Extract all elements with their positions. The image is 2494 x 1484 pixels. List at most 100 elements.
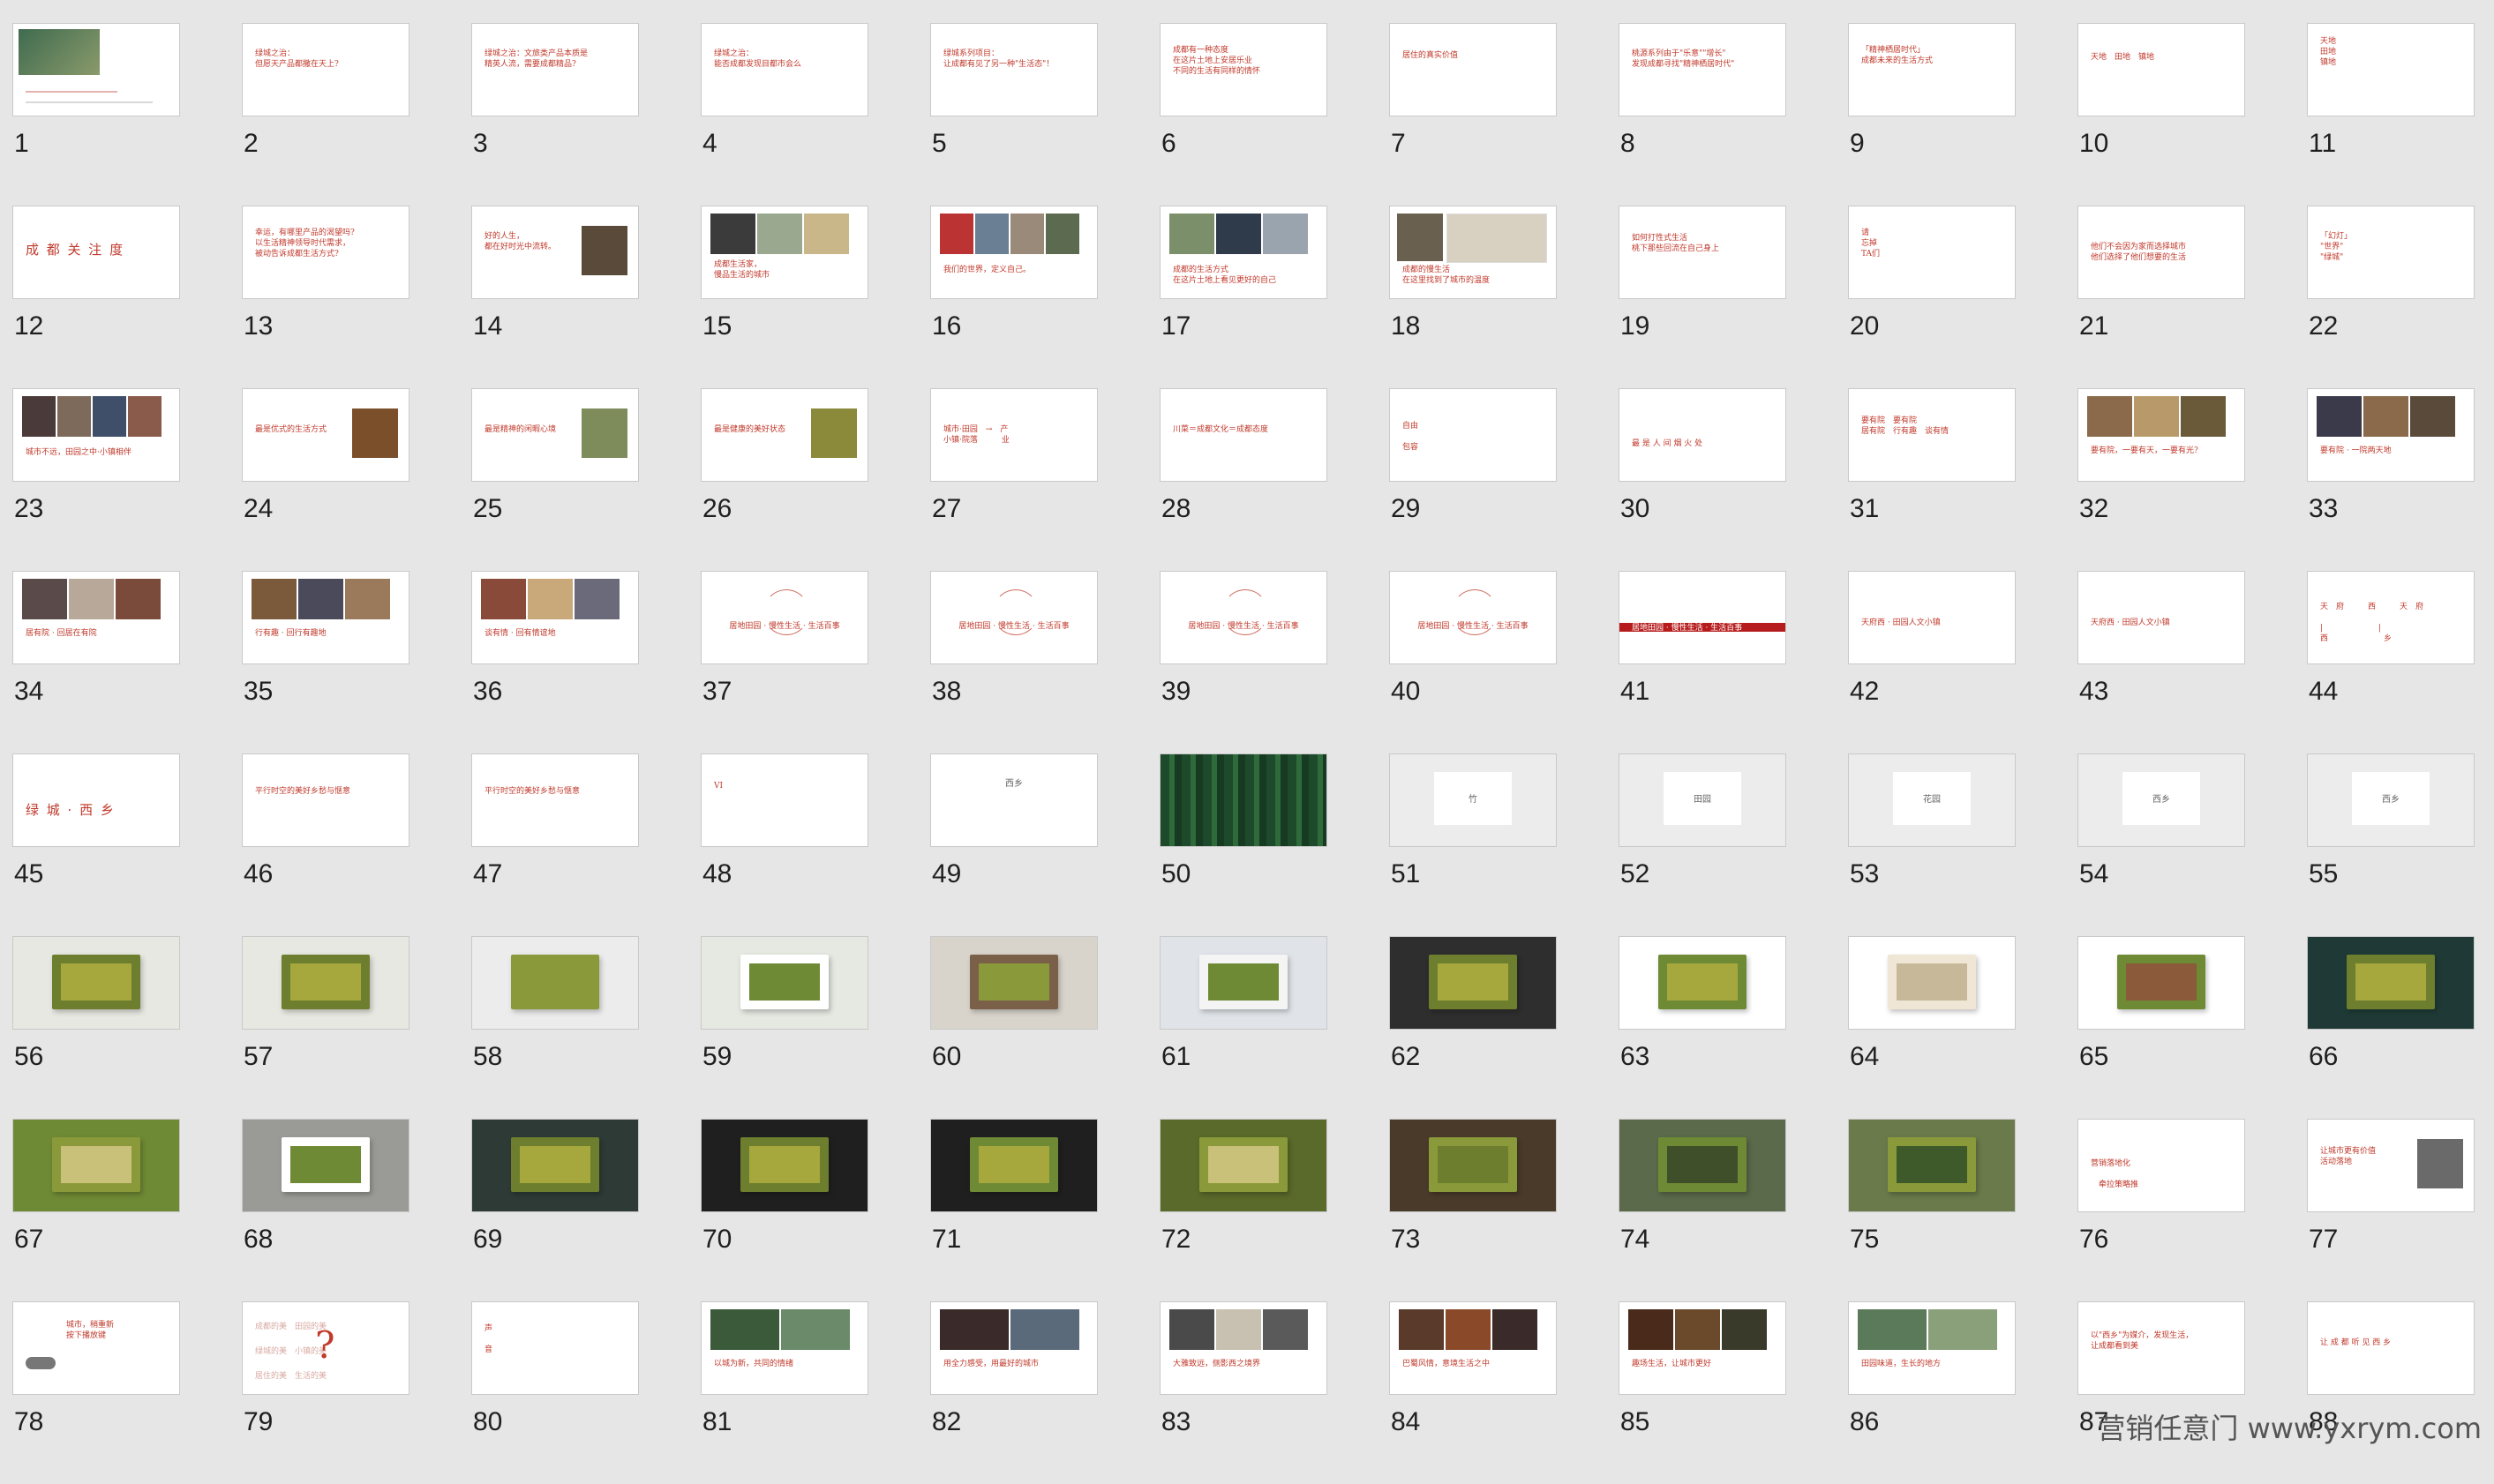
slide-preview[interactable] <box>1389 1119 1557 1212</box>
slide-preview[interactable]: 成都的生活方式 在这片土地上看见更好的自己 <box>1160 206 1327 299</box>
slide-thumbnail-51[interactable]: 竹 51 <box>1389 753 1557 936</box>
slide-preview[interactable] <box>701 936 868 1030</box>
slide-preview[interactable]: 川菜＝成都文化＝成都态度 <box>1160 388 1327 482</box>
slide-thumbnail-69[interactable]: 69 <box>471 1119 639 1301</box>
slide-thumbnail-20[interactable]: 请 忘掉 TA们 20 <box>1848 206 2016 388</box>
slide-preview[interactable]: 最是健康的美好状态 <box>701 388 868 482</box>
slide-thumbnail-58[interactable]: 58 <box>471 936 639 1119</box>
slide-thumbnail-65[interactable]: 65 <box>2077 936 2245 1119</box>
slide-thumbnail-17[interactable]: 成都的生活方式 在这片土地上看见更好的自己 17 <box>1160 206 1327 388</box>
slide-thumbnail-27[interactable]: 城市·田园 → 产 小镇·院落 业 27 <box>930 388 1098 571</box>
slide-thumbnail-9[interactable]: 「精神栖居时代」 成都未来的生活方式 9 <box>1848 23 2016 206</box>
slide-preview[interactable] <box>471 936 639 1030</box>
slide-thumbnail-70[interactable]: 70 <box>701 1119 868 1301</box>
slide-thumbnail-68[interactable]: 68 <box>242 1119 409 1301</box>
slide-preview[interactable]: 以城为新，共同的情绪 <box>701 1301 868 1395</box>
slide-preview[interactable]: 花园 <box>1848 753 2016 847</box>
slide-thumbnail-50[interactable]: 50 <box>1160 753 1327 936</box>
slide-thumbnail-54[interactable]: 西乡 54 <box>2077 753 2245 936</box>
slide-thumbnail-14[interactable]: 好的人生， 都在好时光中流转。 14 <box>471 206 639 388</box>
slide-thumbnail-11[interactable]: 天地 田地 镇地 11 <box>2307 23 2475 206</box>
slide-thumbnail-5[interactable]: 绿城系列项目： 让成都有见了另一种"生活态"！ 5 <box>930 23 1098 206</box>
slide-preview[interactable]: 成都的慢生活 在这里找到了城市的温度 <box>1389 206 1557 299</box>
slide-preview[interactable] <box>1160 753 1327 847</box>
slide-preview[interactable]: 居地田园 · 慢性生活 · 生活百事 <box>930 571 1098 664</box>
slide-preview[interactable]: 声 音 <box>471 1301 639 1395</box>
slide-thumbnail-15[interactable]: 成都生活家， 慢品生活的城市 15 <box>701 206 868 388</box>
slide-preview[interactable]: 绿 城 · 西 乡 <box>12 753 180 847</box>
slide-thumbnail-42[interactable]: 天府西 · 田园人文小镇 42 <box>1848 571 2016 753</box>
slide-preview[interactable]: 大雅致远，侧影西之境界 <box>1160 1301 1327 1395</box>
slide-thumbnail-32[interactable]: 要有院，一要有天，一要有光? 32 <box>2077 388 2245 571</box>
slide-preview[interactable]: 平行时空的美好乡愁与惬意 <box>471 753 639 847</box>
slide-thumbnail-63[interactable]: 63 <box>1619 936 1786 1119</box>
slide-thumbnail-37[interactable]: 居地田园 · 慢性生活 · 生活百事 37 <box>701 571 868 753</box>
slide-preview[interactable]: 成都生活家， 慢品生活的城市 <box>701 206 868 299</box>
slide-preview[interactable]: 成 都 关 注 度 <box>12 206 180 299</box>
slide-preview[interactable]: 居有院 · 回居在有院 <box>12 571 180 664</box>
slide-thumbnail-87[interactable]: 以"西乡"为媒介，发现生活， 让成都看到美 87 <box>2077 1301 2245 1484</box>
slide-thumbnail-26[interactable]: 最是健康的美好状态 26 <box>701 388 868 571</box>
slide-thumbnail-34[interactable]: 居有院 · 回居在有院 34 <box>12 571 180 753</box>
slide-thumbnail-13[interactable]: 幸运，有哪里产品的渴望吗? 以生活精神领导时代需求， 被动告诉成都生活方式? 13 <box>242 206 409 388</box>
slide-thumbnail-12[interactable]: 成 都 关 注 度 12 <box>12 206 180 388</box>
slide-thumbnail-53[interactable]: 花园 53 <box>1848 753 2016 936</box>
slide-thumbnail-21[interactable]: 他们不会因为家而选择城市 他们选择了他们想要的生活 21 <box>2077 206 2245 388</box>
slide-preview[interactable]: 成都有一种态度 在这片土地上安居乐业 不同的生活有同样的情怀 <box>1160 23 1327 116</box>
slide-preview[interactable] <box>242 936 409 1030</box>
slide-thumbnail-2[interactable]: 绿城之治： 但愿天产品都撒在天上? 2 <box>242 23 409 206</box>
slide-preview[interactable] <box>242 1119 409 1212</box>
slide-thumbnail-24[interactable]: 最是优式的生活方式 24 <box>242 388 409 571</box>
slide-preview[interactable]: 天府西 · 田园人文小镇 <box>2077 571 2245 664</box>
slide-thumbnail-64[interactable]: 64 <box>1848 936 2016 1119</box>
slide-thumbnail-38[interactable]: 居地田园 · 慢性生活 · 生活百事 38 <box>930 571 1098 753</box>
slide-preview[interactable]: 请 忘掉 TA们 <box>1848 206 2016 299</box>
slide-preview[interactable]: 天 府 西 天 府 | | 西 乡 <box>2307 571 2475 664</box>
slide-preview[interactable]: 以"西乡"为媒介，发现生活， 让成都看到美 <box>2077 1301 2245 1395</box>
slide-thumbnail-29[interactable]: 自由 包容 29 <box>1389 388 1557 571</box>
slide-thumbnail-7[interactable]: 居住的真实价值 7 <box>1389 23 1557 206</box>
slide-preview[interactable] <box>1619 936 1786 1030</box>
slide-thumbnail-41[interactable]: 居地田园 · 慢性生活 · 生活百事 41 <box>1619 571 1786 753</box>
slide-thumbnail-31[interactable]: 要有院 要有院 居有院 行有趣 谈有情 31 <box>1848 388 2016 571</box>
slide-thumbnail-44[interactable]: 天 府 西 天 府 | | 西 乡 44 <box>2307 571 2475 753</box>
slide-thumbnail-80[interactable]: 声 音 80 <box>471 1301 639 1484</box>
slide-thumbnail-39[interactable]: 居地田园 · 慢性生活 · 生活百事 39 <box>1160 571 1327 753</box>
slide-preview[interactable]: 要有院 · 一院两天地 <box>2307 388 2475 482</box>
slide-thumbnail-74[interactable]: 74 <box>1619 1119 1786 1301</box>
slide-preview[interactable]: 「幻灯」 "世界" "绿城" <box>2307 206 2475 299</box>
slide-thumbnail-59[interactable]: 59 <box>701 936 868 1119</box>
slide-thumbnail-71[interactable]: 71 <box>930 1119 1098 1301</box>
slide-thumbnail-75[interactable]: 75 <box>1848 1119 2016 1301</box>
slide-preview[interactable]: 居地田园 · 慢性生活 · 生活百事 <box>701 571 868 664</box>
slide-thumbnail-25[interactable]: 最是精神的闲暇心境 25 <box>471 388 639 571</box>
slide-preview[interactable]: 居地田园 · 慢性生活 · 生活百事 <box>1160 571 1327 664</box>
slide-thumbnail-67[interactable]: 67 <box>12 1119 180 1301</box>
slide-thumbnail-28[interactable]: 川菜＝成都文化＝成都态度 28 <box>1160 388 1327 571</box>
slide-preview[interactable]: 西乡 <box>2307 753 2475 847</box>
slide-preview[interactable]: 谈有情 · 回有情谊地 <box>471 571 639 664</box>
slide-preview[interactable]: 我们的世界，定义自己。 <box>930 206 1098 299</box>
slide-thumbnail-19[interactable]: 如何打性式生活 桃下那些回流在自己身上 19 <box>1619 206 1786 388</box>
slide-preview[interactable] <box>12 23 180 116</box>
slide-preview[interactable]: VI <box>701 753 868 847</box>
slide-thumbnail-8[interactable]: 桃源系列由于"乐意""增长" 发现成都寻找"精神栖居时代" 8 <box>1619 23 1786 206</box>
slide-preview[interactable]: 最 是 人 间 烟 火 处 <box>1619 388 1786 482</box>
slide-thumbnail-82[interactable]: 用全力感受，用最好的城市 82 <box>930 1301 1098 1484</box>
slide-thumbnail-73[interactable]: 73 <box>1389 1119 1557 1301</box>
slide-preview[interactable]: 西乡 <box>930 753 1098 847</box>
slide-preview[interactable] <box>1848 1119 2016 1212</box>
slide-preview[interactable]: 竹 <box>1389 753 1557 847</box>
slide-thumbnail-78[interactable]: 城市，稍重新 按下播放键 78 <box>12 1301 180 1484</box>
slide-preview[interactable]: 趣场生活，让城市更好 <box>1619 1301 1786 1395</box>
slide-thumbnail-61[interactable]: 61 <box>1160 936 1327 1119</box>
slide-thumbnail-66[interactable]: 66 <box>2307 936 2475 1119</box>
slide-preview[interactable]: 让 成 都 听 见 西 乡 <box>2307 1301 2475 1395</box>
slide-preview[interactable] <box>930 1119 1098 1212</box>
slide-thumbnail-43[interactable]: 天府西 · 田园人文小镇 43 <box>2077 571 2245 753</box>
slide-preview[interactable]: 天地 田地 镇地 <box>2077 23 2245 116</box>
slide-preview[interactable] <box>701 1119 868 1212</box>
slide-preview[interactable]: 居地田园 · 慢性生活 · 生活百事 <box>1389 571 1557 664</box>
slide-preview[interactable]: 行有趣 · 回行有趣地 <box>242 571 409 664</box>
slide-preview[interactable]: 巴蜀风情，意境生活之中 <box>1389 1301 1557 1395</box>
